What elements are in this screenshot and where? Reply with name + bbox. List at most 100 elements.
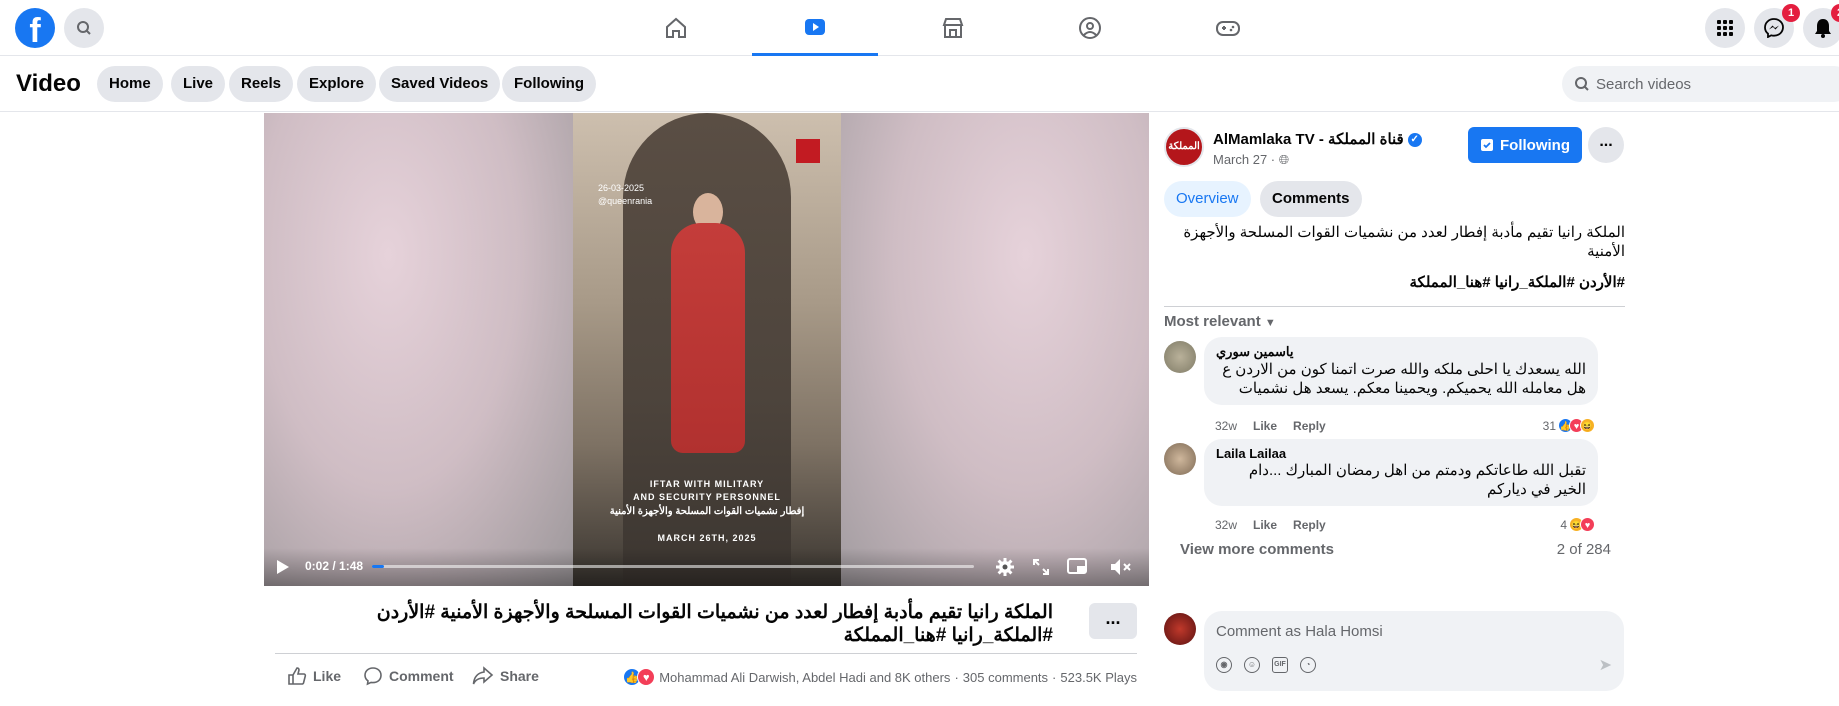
notifications-badge: 2 [1831,4,1839,22]
page-name[interactable]: AlMamlaka TV - قناة المملكة ✓ [1213,130,1422,148]
send-icon[interactable]: ➤ [1599,655,1612,675]
side-panel: المملكة AlMamlaka TV - قناة المملكة ✓ Mar… [1164,113,1625,706]
love-reaction-icon: ♥ [637,668,656,686]
pill-saved-videos[interactable]: Saved Videos [379,66,501,102]
post-description: الملكة رانيا تقيم مأدبة إفطار لعدد من نش… [1183,224,1625,260]
expand-icon[interactable] [1032,558,1050,576]
comment-reactions[interactable]: 4 😆 ♥ [1560,517,1595,532]
overlay-date: 26-03-2025 [598,183,645,193]
comments-count[interactable]: 305 comments [963,670,1048,685]
share-button[interactable]: Share [472,654,539,698]
post-actions-bar: Like Comment Share 👍 ♥ Mohammad Ali Darw… [275,653,1137,697]
comment-time[interactable]: 32w [1215,518,1237,532]
chevron-down-icon: ▼ [1264,317,1276,329]
pill-reels[interactable]: Reels [229,66,294,102]
overlay-arabic: إفطار نشميات القوات المسلحة والأجهزة الأ… [609,506,805,517]
menu-button[interactable] [1705,8,1745,48]
comment-reaction-count: 31 [1542,418,1556,433]
nav-tab-video[interactable] [752,0,878,56]
share-label: Share [500,668,539,684]
gif-icon[interactable]: GIF [1272,657,1288,673]
video-icon [805,18,825,35]
plays-count: 523.5K Plays [1060,669,1137,685]
video-blur-left [264,113,574,586]
comment-avatar[interactable] [1164,341,1196,373]
video-progress-bar[interactable] [372,565,974,568]
play-icon[interactable] [276,559,290,575]
comment-meta: 32w Like Reply [1215,518,1326,532]
comment-time[interactable]: 32w [1215,419,1237,433]
video-player[interactable]: 26-03-2025 @queenrania IFTAR WITH MILITA… [264,113,1149,586]
sort-label: Most relevant [1164,313,1261,330]
comment-author[interactable]: Laila Lailaa [1216,446,1586,461]
sort-dropdown[interactable]: Most relevant ▼ [1164,313,1276,330]
home-icon [666,17,686,38]
overlay-handle: @queenrania [598,196,653,206]
video-controls: 0:02 / 1:48 [264,548,1149,586]
comment-reply-button[interactable]: Reply [1293,419,1326,433]
apps-grid-icon [1717,20,1733,36]
comment-reply-button[interactable]: Reply [1293,518,1326,532]
settings-gear-icon[interactable] [995,557,1015,577]
comment-like-button[interactable]: Like [1253,518,1277,532]
comment-reaction-count: 4 [1560,517,1567,532]
composer-icons: ◉ ☺ GIF ◔ [1216,657,1316,673]
comment-like-button[interactable]: Like [1253,419,1277,433]
video-figure [671,223,745,453]
comment-icon [364,667,382,686]
avatar-sticker-icon[interactable]: ◉ [1216,657,1232,673]
comments-pagination: 2 of 284 [1556,541,1611,558]
view-more-comments[interactable]: View more comments [1180,541,1334,558]
page-name-text[interactable]: AlMamlaka TV - قناة المملكة [1213,131,1404,148]
nav-tab-home[interactable] [613,0,739,56]
post-stats: 👍 ♥ Mohammad Ali Darwish, Abdel Hadi and… [623,668,1137,686]
top-navigation-bar: f 1 2 [0,0,1839,56]
messenger-button[interactable]: 1 [1754,4,1800,48]
page-more-button[interactable]: ... [1588,127,1624,163]
tab-overview[interactable]: Overview [1164,181,1251,217]
current-user-avatar[interactable] [1164,613,1196,645]
comment-button[interactable]: Comment [363,654,454,698]
bell-icon [1815,19,1831,38]
pill-following[interactable]: Following [502,66,596,102]
picture-in-picture-icon[interactable] [1067,558,1087,576]
notifications-button[interactable]: 2 [1803,4,1839,48]
search-videos-input[interactable]: Search videos [1562,66,1839,102]
messenger-icon [1764,18,1784,38]
post-hashtags[interactable]: #الأردن #الملكة_رانيا #هنا_المملكة [1164,273,1625,291]
messenger-badge: 1 [1782,4,1800,22]
like-button[interactable]: Like [287,654,341,698]
search-button[interactable] [64,8,104,48]
following-button[interactable]: Following [1468,127,1582,163]
nav-tab-marketplace[interactable] [890,0,1016,56]
mute-icon[interactable] [1110,558,1132,576]
facebook-logo[interactable]: f [15,8,55,48]
sticker-icon[interactable]: ◔ [1300,657,1316,673]
nav-tab-groups[interactable] [1027,0,1153,56]
pill-home[interactable]: Home [97,66,163,102]
tab-comments[interactable]: Comments [1260,181,1362,217]
comment-reactions[interactable]: 31 👍 ♥ 😆 [1543,418,1595,433]
like-label: Like [313,668,342,684]
video-frame: 26-03-2025 @queenrania IFTAR WITH MILITA… [573,113,841,586]
page-avatar[interactable]: المملكة [1164,127,1204,167]
comment-avatar[interactable] [1164,443,1196,475]
page-title: Video [16,70,81,97]
following-check-icon [1481,139,1493,151]
stats-separator: · [954,669,959,685]
reactors-text[interactable]: Mohammad Ali Darwish, Abdel Hadi and 8K … [659,670,950,685]
video-logo-square [796,139,820,163]
emoji-icon[interactable]: ☺ [1244,657,1260,673]
pill-live[interactable]: Live [171,66,226,102]
thumbs-up-icon [288,667,307,685]
video-time: 0:02 / 1:48 [305,559,364,573]
comment-author[interactable]: ياسمين سوري [1216,344,1586,360]
post-more-button[interactable]: ... [1089,603,1137,639]
comment-bubble: Laila Lailaa تقبل الله طاعاتكم ودمتم من … [1204,439,1598,506]
gaming-icon [1216,21,1240,36]
nav-tab-gaming[interactable] [1165,0,1291,56]
overlay-title-line1: IFTAR WITH MILITARY [649,479,765,489]
comment-input[interactable]: Comment as Hala Homsi ◉ ☺ GIF ◔ ➤ [1204,611,1624,691]
post-date[interactable]: March 27 · 🌐︎ [1213,152,1289,168]
pill-explore[interactable]: Explore [297,66,377,102]
